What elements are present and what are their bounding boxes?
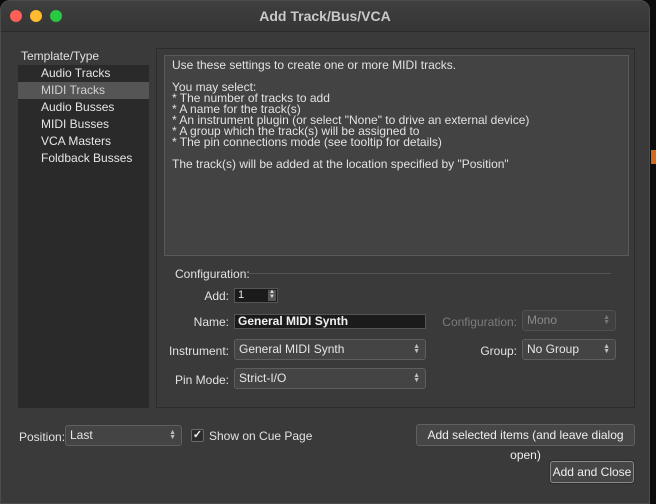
show-on-cue-page-label[interactable]: Show on Cue Page	[209, 429, 312, 443]
background-window-edge	[650, 0, 656, 504]
updown-chevron-icon: ▲ ▼	[603, 314, 610, 326]
template-type-list: Audio Tracks MIDI Tracks Audio Busses MI…	[18, 65, 149, 408]
sidebar-item-audio-tracks[interactable]: Audio Tracks	[18, 65, 149, 82]
group-label: Group:	[480, 344, 517, 358]
template-type-heading: Template/Type	[21, 49, 100, 63]
description-text: Use these settings to create one or more…	[164, 55, 629, 256]
configuration-heading: Configuration:	[175, 267, 250, 281]
title-bar[interactable]: Add Track/Bus/VCA	[1, 1, 649, 32]
sidebar-item-vca-masters[interactable]: VCA Masters	[18, 133, 149, 150]
group-dropdown[interactable]: No Group ▲ ▼	[522, 339, 616, 360]
sidebar-item-midi-busses[interactable]: MIDI Busses	[18, 116, 149, 133]
stepper-arrows-icon[interactable]: ▲ ▼	[268, 289, 276, 301]
updown-chevron-icon: ▲ ▼	[603, 343, 610, 355]
updown-chevron-icon: ▲ ▼	[413, 372, 420, 384]
updown-chevron-icon: ▲ ▼	[413, 343, 420, 355]
configuration-divider	[249, 273, 611, 274]
pin-mode-dropdown[interactable]: Strict-I/O ▲ ▼	[234, 368, 426, 389]
group-value: No Group	[527, 342, 580, 356]
sidebar-item-midi-tracks[interactable]: MIDI Tracks	[18, 82, 149, 99]
checkmark-icon: ✓	[192, 429, 203, 441]
updown-chevron-icon: ▲ ▼	[169, 429, 176, 441]
add-count-stepper[interactable]: 1 ▲ ▼	[234, 288, 278, 303]
pin-mode-value: Strict-I/O	[239, 371, 287, 385]
track-name-label: Name:	[193, 315, 229, 329]
add-count-value[interactable]: 1	[238, 289, 244, 302]
background-accent-mark	[651, 150, 656, 164]
instrument-dropdown[interactable]: General MIDI Synth ▲ ▼	[234, 339, 426, 360]
sidebar-item-foldback-busses[interactable]: Foldback Busses	[18, 150, 149, 167]
instrument-value: General MIDI Synth	[239, 342, 345, 356]
add-track-dialog: Add Track/Bus/VCA Template/Type Audio Tr…	[0, 0, 650, 504]
window-title: Add Track/Bus/VCA	[259, 8, 391, 24]
configuration-mode-dropdown: Mono ▲ ▼	[522, 310, 616, 331]
add-selected-items-button[interactable]: Add selected items (and leave dialog ope…	[416, 424, 635, 462]
sidebar-item-audio-busses[interactable]: Audio Busses	[18, 99, 149, 116]
add-count-label: Add:	[204, 289, 229, 303]
show-on-cue-page-checkbox[interactable]: ✓	[191, 429, 204, 442]
pin-mode-label: Pin Mode:	[174, 373, 229, 387]
track-name-input[interactable]: General MIDI Synth	[234, 314, 426, 329]
configuration-mode-label: Configuration:	[442, 315, 517, 329]
configuration-mode-value: Mono	[527, 313, 558, 327]
instrument-label: Instrument:	[168, 344, 229, 358]
add-and-close-button[interactable]: Add and Close	[550, 461, 634, 483]
position-label: Position:	[19, 430, 66, 444]
position-value: Last	[70, 428, 93, 442]
position-dropdown[interactable]: Last ▲ ▼	[65, 425, 182, 446]
